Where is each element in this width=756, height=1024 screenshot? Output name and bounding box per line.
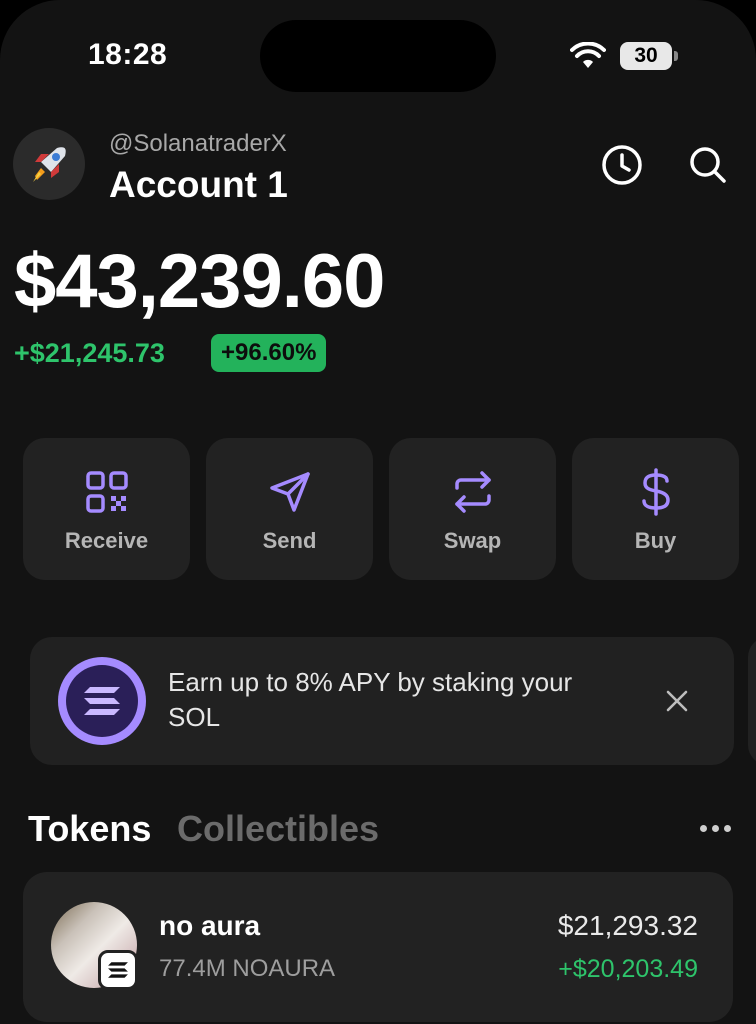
next-promo-card-peek[interactable] <box>748 637 756 765</box>
solana-chain-badge-icon <box>98 950 138 990</box>
total-balance: $43,239.60 <box>14 239 385 324</box>
token-amount: 77.4M NOAURA <box>159 955 336 982</box>
account-username[interactable]: @SolanatraderX <box>109 130 287 158</box>
dollar-icon <box>641 468 670 516</box>
send-button[interactable]: Send <box>206 438 373 580</box>
battery-indicator: 30 <box>620 42 672 70</box>
close-icon[interactable] <box>664 688 690 714</box>
account-name[interactable]: Account 1 <box>109 164 288 206</box>
solana-logo-icon <box>58 657 146 745</box>
dynamic-island <box>260 20 496 92</box>
swap-label: Swap <box>443 528 502 553</box>
swap-button[interactable]: Swap <box>389 438 556 580</box>
token-name: no aura <box>159 910 261 941</box>
send-label: Send <box>262 528 317 553</box>
token-value: $21,293.32 <box>557 910 698 941</box>
wallet-screen: 18:28 30 @SolanatraderX Account 1 $43,23… <box>0 0 756 1024</box>
tab-tokens[interactable]: Tokens <box>28 808 151 850</box>
qr-code-icon <box>85 471 128 513</box>
status-time: 18:28 <box>88 38 168 71</box>
wifi-icon <box>570 42 606 68</box>
history-clock-icon[interactable] <box>600 143 644 187</box>
search-icon[interactable] <box>686 143 730 187</box>
balance-change-percent-badge: +96.60% <box>211 334 327 372</box>
account-avatar[interactable] <box>13 128 85 200</box>
swap-arrows-icon <box>454 471 491 513</box>
more-options-icon[interactable] <box>700 818 740 838</box>
buy-label: Buy <box>634 528 677 553</box>
receive-label: Receive <box>64 528 149 553</box>
buy-button[interactable]: Buy <box>572 438 739 580</box>
send-arrow-icon <box>269 472 310 512</box>
receive-button[interactable]: Receive <box>23 438 190 580</box>
tab-collectibles[interactable]: Collectibles <box>177 808 379 850</box>
battery-tip <box>674 51 678 61</box>
token-change: +$20,203.49 <box>558 955 698 983</box>
balance-change-amount: +$21,245.73 <box>14 338 165 368</box>
promo-text: Earn up to 8% APY by staking your SOL <box>168 667 573 732</box>
rocket-icon <box>33 147 66 182</box>
